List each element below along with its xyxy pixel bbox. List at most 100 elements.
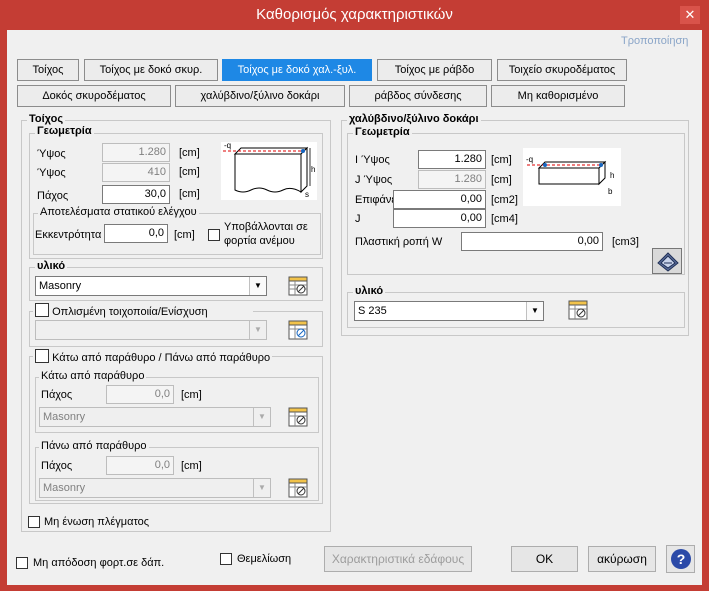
below-thickness-label: Πάχος [41,389,73,401]
j-label: J [355,213,361,225]
beam-section-title: χαλύβδινο/ξύλινο δοκάρι [347,113,481,125]
above-material-select[interactable]: Masonry ▼ [39,478,271,498]
material-library-icon[interactable] [288,407,308,427]
height2-label: Ύψος [37,167,66,179]
wind-label-1: Υποβάλλονται σε [224,221,308,233]
material-library-icon[interactable] [288,276,308,296]
chevron-down-icon: ▼ [253,479,270,497]
i-height-input[interactable]: 1.280 [418,150,486,169]
material-library-icon[interactable] [288,478,308,498]
material-library-icon[interactable] [288,320,308,340]
j-height-input[interactable]: 1.280 [418,170,486,189]
j-unit: [cm4] [491,213,518,225]
foundation-checkbox[interactable] [220,553,232,565]
help-icon: ? [671,549,691,569]
wall-section-title: Τοίχος [27,113,66,125]
mesh-label: Μη ένωση πλέγματος [44,516,150,528]
beam-material-value: S 235 [358,305,387,317]
help-button[interactable]: ? [666,545,695,573]
plastic-label: Πλαστική ροπή W [355,236,443,248]
tab-wall[interactable]: Τοίχος [17,59,79,81]
modify-link[interactable]: Τροποποίηση [621,35,688,47]
tab-wall-concrete-beam[interactable]: Τοίχος με δοκό σκυρ. [84,59,218,81]
below-window-title: Κάτω από παράθυρο [39,370,147,382]
reinforced-select[interactable]: ▼ [35,320,267,340]
area-input[interactable]: 0,00 [393,190,486,209]
close-button[interactable]: ✕ [680,6,700,24]
below-material-value: Masonry [43,411,86,423]
results-title: Αποτελέσματα στατικού ελέγχου [38,206,199,218]
wall-material-value: Masonry [39,280,82,292]
below-thickness-unit: [cm] [181,389,202,401]
section-library-button[interactable] [652,248,682,274]
area-unit: [cm2] [491,194,518,206]
svg-text:b: b [608,187,613,196]
j-height-label: J Ύψος [355,174,393,186]
thickness-unit: [cm] [179,188,200,200]
window-title: Καθορισμός χαρακτηριστικών [256,6,453,23]
ok-button[interactable]: OK [511,546,578,572]
above-material-value: Masonry [43,482,86,494]
foundation-label: Θεμελίωση [237,553,292,565]
tab-concrete-element[interactable]: Τοιχείο σκυροδέματος [497,59,627,81]
below-thickness-input[interactable]: 0,0 [106,385,174,404]
j-input[interactable]: 0,00 [393,209,486,228]
height2-input[interactable]: 410 [102,163,170,182]
soil-characteristics-button[interactable]: Χαρακτηριστικά εδάφους [324,546,472,572]
tab-connecting-rod[interactable]: ράβδος σύνδεσης [349,85,487,107]
tab-steel-timber-beam[interactable]: χαλύβδινο/ξύλινο δοκάρι [175,85,345,107]
wind-checkbox[interactable] [208,229,220,241]
dialog-client: Τροποποίηση Τοίχος Τοίχος με δοκό σκυρ. … [7,30,702,585]
eccentricity-input[interactable]: 0,0 [104,224,168,243]
no-load-checkbox[interactable] [16,557,28,569]
plastic-input[interactable]: 0,00 [461,232,603,251]
svg-text:s: s [305,190,309,199]
wall-material-title: υλικό [35,260,68,272]
wall-geometry-diagram: h s -q [221,142,317,200]
reinforced-legend: Οπλισμένη τοιχοποιία/Ενίσχυση [33,303,253,318]
mesh-checkbox[interactable] [28,516,40,528]
thickness-input[interactable]: 30,0 [102,185,170,204]
window-label: Κάτω από παράθυρο / Πάνω από παράθυρο [52,352,271,364]
chevron-down-icon: ▼ [249,321,266,339]
j-height-unit: [cm] [491,174,512,186]
tab-wall-steel-beam[interactable]: Τοίχος με δοκό χαλ.-ξυλ. [222,59,372,81]
window-checkbox[interactable] [35,349,49,363]
tab-wall-rod[interactable]: Τοίχος με ράβδο [377,59,492,81]
cancel-button[interactable]: ακύρωση [588,546,656,572]
above-thickness-label: Πάχος [41,460,73,472]
area-label: Επιφάνεια [355,194,395,206]
material-library-icon[interactable] [568,300,588,320]
above-window-title: Πάνω από παράθυρο [39,440,149,452]
svg-text:h: h [610,171,614,180]
i-height-unit: [cm] [491,154,512,166]
reinforced-label: Οπλισμένη τοιχοποιία/Ενίσχυση [52,306,208,318]
thickness-label: Πάχος [37,190,69,202]
chevron-down-icon: ▼ [526,302,543,320]
tab-undefined[interactable]: Μη καθορισμένο [491,85,625,107]
tab-concrete-beam[interactable]: Δοκός σκυροδέματος [17,85,171,107]
height-input[interactable]: 1.280 [102,143,170,162]
chevron-down-icon: ▼ [253,408,270,426]
plastic-unit: [cm3] [612,236,639,248]
wall-material-select[interactable]: Masonry ▼ [35,276,267,296]
beam-material-select[interactable]: S 235 ▼ [354,301,544,321]
no-load-label: Μη απόδοση φορτ.σε δάπ. [33,557,165,569]
beam-geometry-title: Γεωμετρία [353,126,412,138]
eccentricity-label: Εκκεντρότητα [35,229,102,241]
i-height-label: I Ύψος [355,154,390,166]
svg-text:h: h [311,165,315,174]
wind-label-2: φορτία ανέμου [224,235,295,247]
height-unit: [cm] [179,147,200,159]
eccentricity-unit: [cm] [174,229,195,241]
above-thickness-unit: [cm] [181,460,202,472]
above-thickness-input[interactable]: 0,0 [106,456,174,475]
reinforced-checkbox[interactable] [35,303,49,317]
svg-text:-q: -q [224,142,231,150]
window-legend: Κάτω από παράθυρο / Πάνω από παράθυρο [33,349,273,364]
svg-text:-q: -q [526,155,533,164]
beam-geometry-diagram: -q h b [523,148,621,206]
below-material-select[interactable]: Masonry ▼ [39,407,271,427]
height2-unit: [cm] [179,166,200,178]
section-library-icon [657,252,679,272]
